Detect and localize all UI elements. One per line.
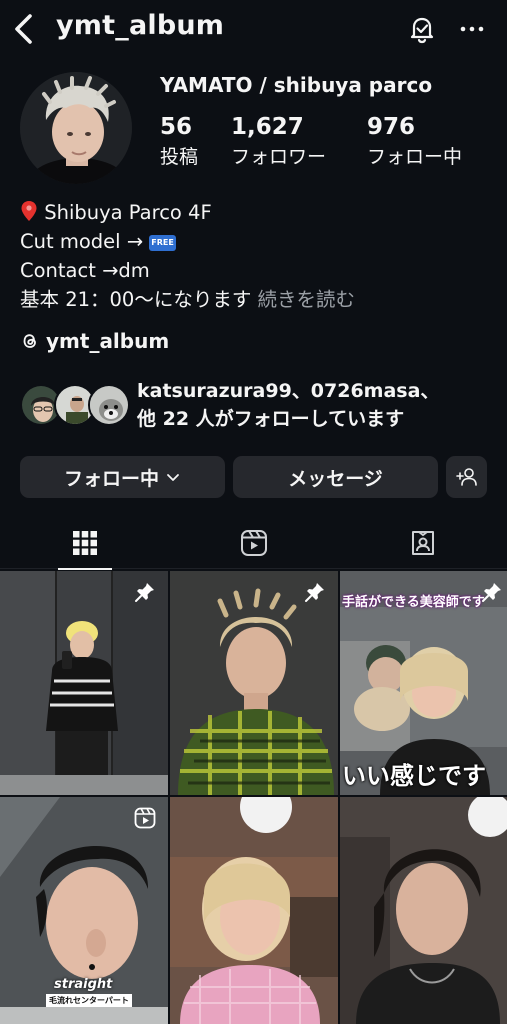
- pin-icon: [134, 581, 156, 603]
- profile-bio: Shibuya Parco 4F Cut model → FREE Contac…: [20, 198, 355, 314]
- notifications-bell-icon[interactable]: [406, 13, 438, 45]
- bio-contact-line: Contact →dm: [20, 259, 150, 282]
- mutual-followers-line2: 他 22 人がフォローしています: [137, 408, 405, 430]
- post-caption-bottom: いい感じです: [342, 762, 486, 790]
- free-badge: FREE: [149, 235, 176, 251]
- post-caption-sub: 毛流れセンターパート: [46, 994, 132, 1007]
- stat-value: 1,627: [231, 114, 304, 140]
- bio-cut-model-text: Cut model →: [20, 230, 144, 253]
- profile-tabs: [0, 517, 507, 570]
- post-thumbnail[interactable]: [170, 797, 338, 1024]
- stat-value: 976: [367, 114, 416, 140]
- bio-location-text: Shibuya Parco 4F: [44, 201, 212, 224]
- tab-reels[interactable]: [169, 517, 338, 569]
- tab-tagged[interactable]: [338, 517, 507, 569]
- post-thumbnail[interactable]: [0, 571, 168, 795]
- profile-avatar[interactable]: [20, 72, 132, 184]
- more-options-icon[interactable]: [456, 13, 488, 45]
- stat-label: フォロワー: [231, 146, 327, 168]
- grid-icon: [72, 531, 97, 555]
- post-caption-top: 手話ができる美容師です: [342, 595, 485, 610]
- back-arrow-icon[interactable]: [10, 12, 40, 46]
- post-thumbnail[interactable]: 手話ができる美容師です いい感じです: [340, 571, 507, 795]
- mutual-followers-line1: katsurazura99、0726masa、: [137, 380, 440, 402]
- threads-handle: ymt_album: [46, 329, 170, 353]
- mutual-followers-avatars[interactable]: [20, 384, 130, 428]
- posts-grid: 手話ができる美容師です いい感じです straight 毛流れセンターパート: [0, 571, 507, 1024]
- bio-hours-line: 基本 21：00〜になります 続きを読む: [20, 285, 355, 314]
- following-button[interactable]: フォロー中: [20, 456, 225, 498]
- chevron-down-icon: [167, 474, 179, 481]
- stat-value: 56: [160, 114, 193, 140]
- bio-cut-model-line: Cut model → FREE: [20, 227, 355, 256]
- posts-count-stat[interactable]: 56 投稿: [160, 114, 198, 169]
- top-bar: ymt_album: [0, 0, 507, 58]
- threads-link[interactable]: ymt_album: [20, 329, 169, 353]
- profile-username: ymt_album: [56, 10, 225, 41]
- followers-count-stat[interactable]: 1,627 フォロワー: [231, 114, 326, 169]
- message-button-label: メッセージ: [288, 467, 383, 490]
- post-thumbnail[interactable]: [170, 571, 338, 795]
- pin-icon: [481, 581, 503, 603]
- tagged-icon: [411, 531, 434, 555]
- display-name: YAMATO / shibuya parco: [160, 73, 433, 97]
- pin-location-icon: [21, 201, 37, 221]
- mutual-followers-text[interactable]: katsurazura99、0726masa、 他 22 人がフォローしています: [137, 377, 439, 433]
- post-caption-style: straight: [54, 977, 113, 992]
- read-more-link[interactable]: 続きを読む: [258, 288, 356, 311]
- post-thumbnail[interactable]: straight 毛流れセンターパート: [0, 797, 168, 1024]
- reels-icon: [240, 530, 267, 556]
- pin-icon: [304, 581, 326, 603]
- post-thumbnail[interactable]: [340, 797, 507, 1024]
- tab-posts-grid[interactable]: [0, 517, 169, 570]
- message-button[interactable]: メッセージ: [233, 456, 438, 498]
- bio-location-line: Shibuya Parco 4F: [20, 198, 355, 227]
- stat-label: 投稿: [160, 146, 199, 168]
- bio-hours-text: 基本 21：00〜になります: [20, 288, 252, 311]
- threads-icon: [23, 334, 36, 348]
- stat-label: フォロー中: [367, 146, 463, 168]
- following-button-label: フォロー中: [63, 467, 159, 490]
- mutual-follower-avatar: [88, 384, 130, 426]
- suggest-people-button[interactable]: [446, 456, 487, 498]
- add-person-icon: [455, 468, 477, 486]
- reel-icon: [134, 807, 156, 829]
- following-count-stat[interactable]: 976 フォロー中: [367, 114, 462, 169]
